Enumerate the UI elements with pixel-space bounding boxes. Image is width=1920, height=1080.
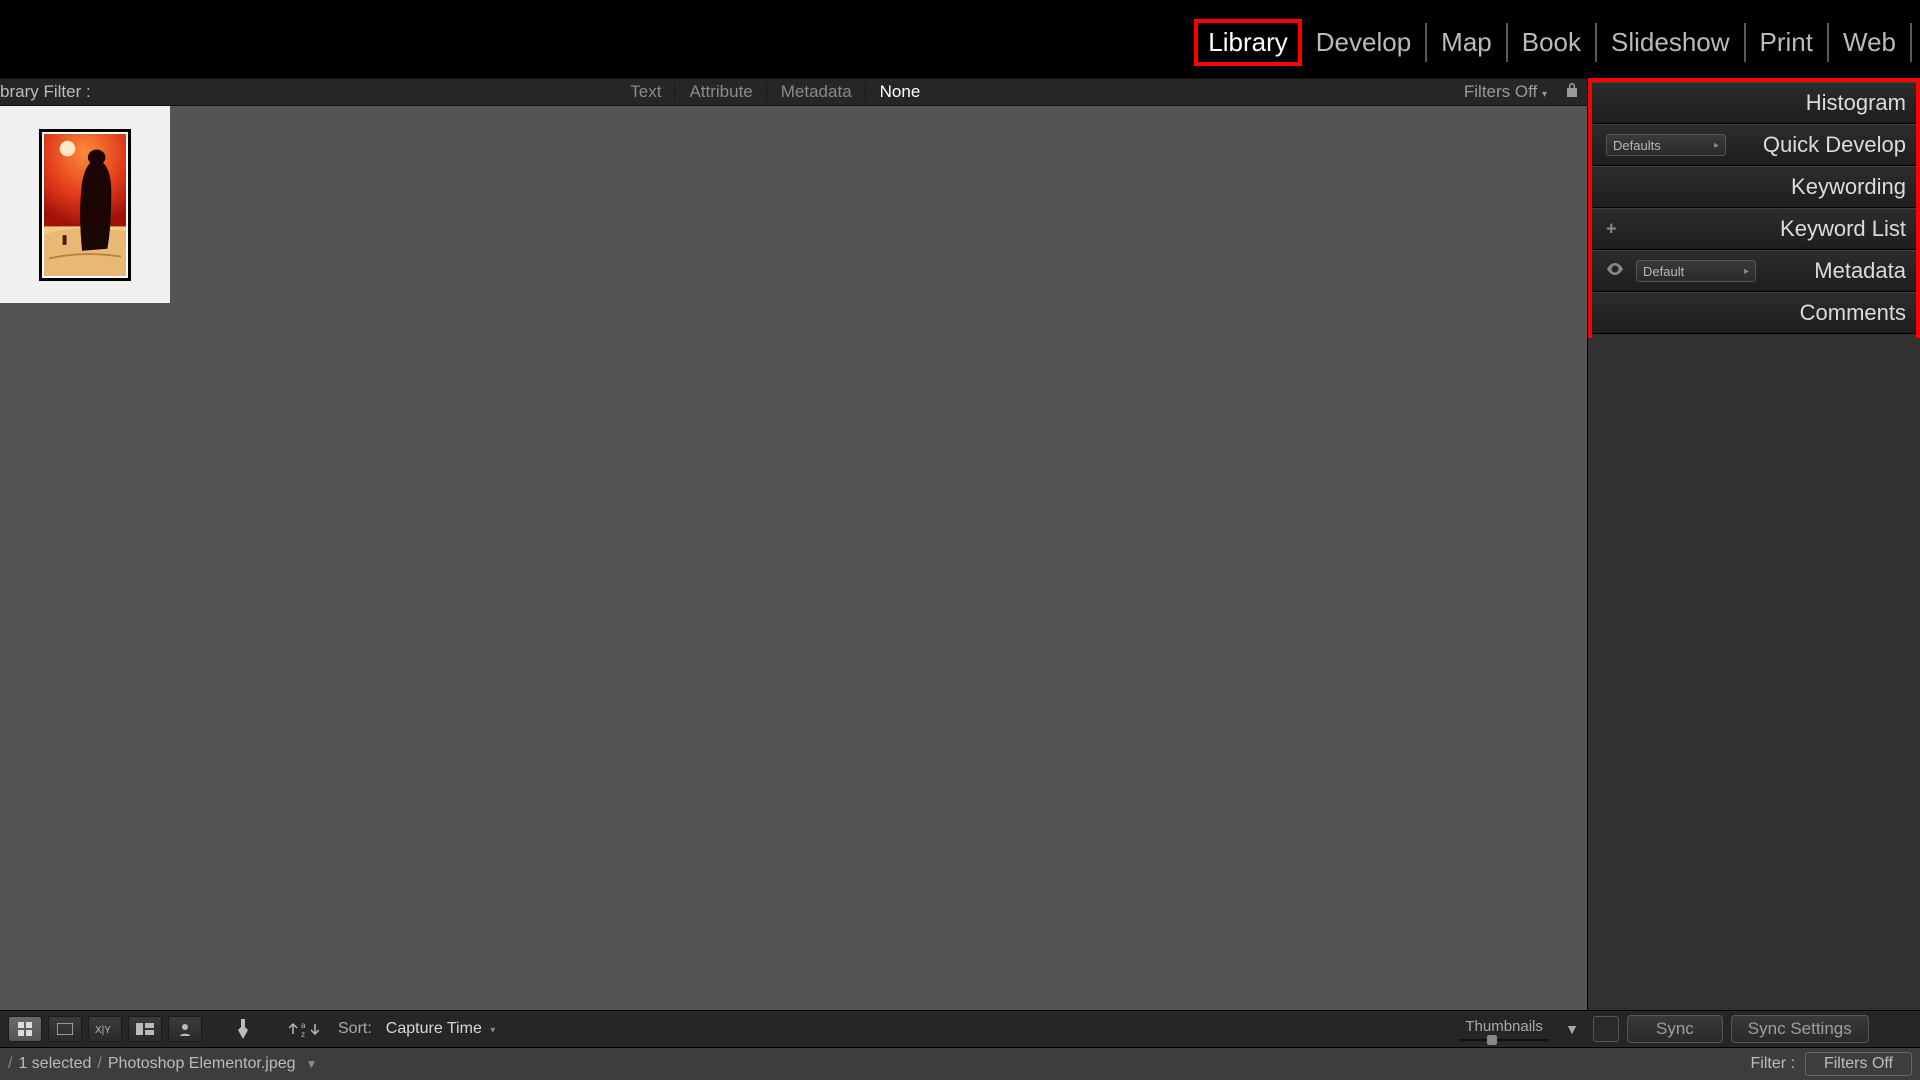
svg-text:X|Y: X|Y	[95, 1025, 111, 1035]
module-develop[interactable]: Develop	[1302, 23, 1427, 62]
view-survey-button[interactable]	[128, 1016, 162, 1042]
metadata-visibility-icon[interactable]	[1606, 262, 1624, 280]
filter-tab-metadata[interactable]: Metadata	[767, 79, 866, 105]
right-panel-group: Histogram Defaults ▸ Quick Develop Keywo…	[1587, 78, 1920, 1010]
module-slideshow[interactable]: Slideshow	[1597, 23, 1746, 62]
grid-view[interactable]	[0, 106, 1587, 1010]
thumbnail-size-control: Thumbnails	[1459, 1018, 1549, 1041]
module-print[interactable]: Print	[1746, 23, 1829, 62]
metadata-preset-dropdown[interactable]: Default ▸	[1636, 260, 1756, 282]
module-library-highlight: Library	[1194, 19, 1301, 66]
panel-metadata-label: Metadata	[1814, 258, 1906, 284]
status-bar: / 1 selected / Photoshop Elementor.jpeg …	[0, 1048, 1587, 1080]
module-picker: Library Develop Map Book Slideshow Print…	[1194, 19, 1912, 66]
chevron-updown-icon: ▾	[490, 1025, 495, 1036]
right-panel-empty-area	[1588, 338, 1920, 1010]
filmstrip-filter-status: Filter : Filters Off	[1587, 1048, 1920, 1080]
quick-develop-preset-dropdown[interactable]: Defaults ▸	[1606, 134, 1726, 156]
filmstrip-filter-label: Filter :	[1751, 1055, 1795, 1073]
filter-tab-text[interactable]: Text	[616, 79, 675, 105]
chevron-down-icon[interactable]: ▼	[306, 1057, 318, 1071]
thumbnail-size-label: Thumbnails	[1465, 1018, 1543, 1035]
chevron-updown-icon: ▸	[1714, 140, 1719, 151]
library-filter-label: brary Filter :	[0, 82, 97, 102]
library-filter-bar: brary Filter : Text Attribute Metadata N…	[0, 78, 1587, 106]
thumbnail-frame	[39, 129, 131, 281]
module-library[interactable]: Library	[1208, 27, 1287, 57]
sort-label: Sort:	[338, 1020, 372, 1038]
view-compare-button[interactable]: X|Y	[88, 1016, 122, 1042]
status-selection-count: 1 selected	[18, 1055, 91, 1073]
module-map[interactable]: Map	[1427, 23, 1508, 62]
metadata-preset-value: Default	[1643, 264, 1684, 279]
filter-tab-attribute[interactable]: Attribute	[675, 79, 766, 105]
filter-tab-none[interactable]: None	[866, 79, 935, 105]
sort-direction-toggle[interactable]: a z	[284, 1016, 324, 1042]
chevron-updown-icon: ▸	[1744, 266, 1749, 277]
panel-keyword-list[interactable]: + Keyword List	[1592, 208, 1916, 250]
panel-comments[interactable]: Comments	[1592, 292, 1916, 334]
panel-keywording[interactable]: Keywording	[1592, 166, 1916, 208]
panel-quick-develop[interactable]: Defaults ▸ Quick Develop	[1592, 124, 1916, 166]
panel-comments-label: Comments	[1800, 300, 1906, 326]
panel-keyword-list-label: Keyword List	[1780, 216, 1906, 242]
sync-toolbar: Sync Sync Settings	[1587, 1010, 1920, 1048]
svg-text:z: z	[301, 1030, 305, 1038]
module-web[interactable]: Web	[1829, 23, 1912, 62]
sort-value-dropdown[interactable]: Capture Time ▾	[386, 1020, 496, 1038]
sync-button[interactable]: Sync	[1627, 1015, 1723, 1043]
toolbar-overflow-icon[interactable]: ▼	[1565, 1021, 1579, 1037]
sync-toggle-icon[interactable]	[1593, 1016, 1619, 1042]
filters-off-toggle[interactable]: Filters Off ▾	[1454, 82, 1557, 102]
grid-cell-selected[interactable]	[0, 106, 170, 303]
panel-keywording-label: Keywording	[1791, 174, 1906, 200]
grid-toolbar: X|Y a z Sort: Capture Time ▾ Thumbnails …	[0, 1010, 1587, 1048]
panel-histogram[interactable]: Histogram	[1592, 82, 1916, 124]
thumbnail-size-slider[interactable]	[1459, 1039, 1549, 1041]
sync-settings-button[interactable]: Sync Settings	[1731, 1015, 1869, 1043]
module-book[interactable]: Book	[1508, 23, 1597, 62]
view-loupe-button[interactable]	[48, 1016, 82, 1042]
quick-develop-preset-value: Defaults	[1613, 138, 1661, 153]
filters-off-label: Filters Off	[1464, 82, 1537, 101]
panel-quick-develop-label: Quick Develop	[1763, 132, 1906, 158]
panel-histogram-label: Histogram	[1806, 90, 1906, 116]
module-picker-bar: Library Develop Map Book Slideshow Print…	[0, 0, 1920, 78]
svg-text:a: a	[301, 1021, 306, 1030]
panel-metadata[interactable]: Default ▸ Metadata	[1592, 250, 1916, 292]
view-grid-button[interactable]	[8, 1016, 42, 1042]
thumbnail-image[interactable]	[42, 132, 128, 278]
view-people-button[interactable]	[168, 1016, 202, 1042]
sort-value: Capture Time	[386, 1020, 482, 1037]
painter-tool-icon[interactable]	[226, 1016, 260, 1042]
right-panel-highlight: Histogram Defaults ▸ Quick Develop Keywo…	[1588, 78, 1920, 342]
status-filename[interactable]: Photoshop Elementor.jpeg	[108, 1055, 296, 1073]
filter-lock-icon[interactable]	[1557, 82, 1587, 103]
add-keyword-icon[interactable]: +	[1606, 219, 1617, 240]
filmstrip-filters-off-button[interactable]: Filters Off	[1805, 1052, 1912, 1076]
